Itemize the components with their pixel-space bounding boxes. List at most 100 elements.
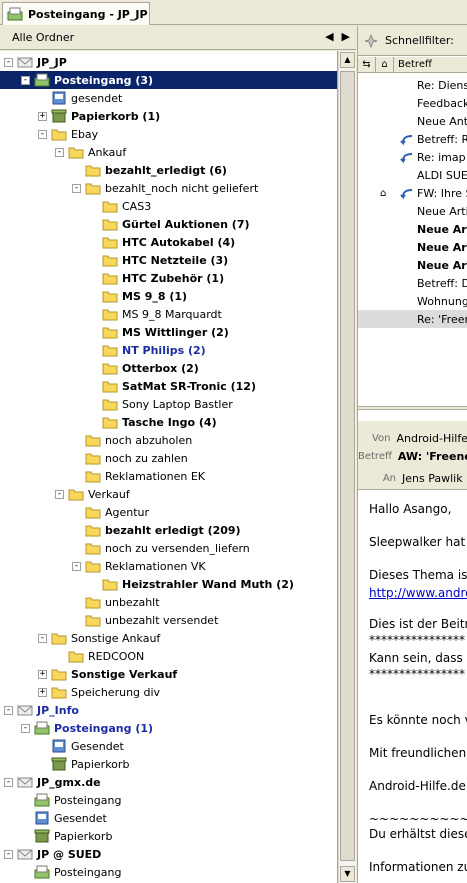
folder-tree-item[interactable]: Agentur	[72, 503, 150, 521]
folder-label: unbezahlt	[105, 595, 160, 609]
folder-tree-item[interactable]: Papierkorb	[21, 827, 113, 845]
message-row[interactable]: Neue Artik	[358, 202, 467, 220]
subject-column-header[interactable]: Betreff	[394, 57, 467, 73]
folder-tree-item[interactable]: NT Philips (2)	[89, 341, 207, 359]
folder-tree-item[interactable]: - Posteingang (3)	[0, 71, 337, 89]
collapse-toggle-icon[interactable]: -	[21, 723, 30, 733]
collapse-toggle-icon[interactable]: -	[55, 489, 64, 499]
folder-tree-item[interactable]: gesendet	[38, 89, 123, 107]
expand-toggle-icon[interactable]: +	[38, 111, 47, 121]
folder-tree-item[interactable]: CAS3	[89, 197, 152, 215]
collapse-toggle-icon[interactable]: -	[72, 183, 81, 193]
folder-tree-item[interactable]: unbezahlt versendet	[72, 611, 219, 629]
folder-tree-item[interactable]: Reklamationen EK	[72, 467, 206, 485]
folder-tree-item[interactable]: + Sonstige Verkauf	[38, 665, 178, 683]
folder-tree-item[interactable]: - Verkauf	[55, 485, 131, 503]
from-value[interactable]: Android-Hilfe	[396, 432, 467, 445]
message-row[interactable]: Betreff: De	[358, 274, 467, 292]
folder-label: Heizstrahler Wand Muth (2)	[122, 577, 294, 591]
folder-tree-item[interactable]: REDCOON	[55, 647, 145, 665]
folder-tree-item[interactable]: - Ebay	[38, 125, 99, 143]
account-icon	[17, 57, 33, 68]
message-row[interactable]: Betreff: Re	[358, 130, 467, 148]
scroll-up-icon[interactable]: ▲	[340, 52, 355, 68]
body-link[interactable]: http://www.androi	[369, 586, 467, 600]
message-row[interactable]: Feedback	[358, 94, 467, 112]
attachment-column-icon[interactable]: ⌂	[376, 56, 394, 73]
folder-tree-item[interactable]: MS 9_8 Marquardt	[89, 305, 223, 323]
collapse-toggle-icon[interactable]: -	[55, 147, 64, 157]
folder-tree-item[interactable]: HTC Autokabel (4)	[89, 233, 236, 251]
collapse-toggle-icon[interactable]: -	[72, 561, 81, 571]
message-row[interactable]: Neue Art	[358, 256, 467, 274]
prev-view-arrow-icon[interactable]: ◀	[325, 30, 333, 44]
folder-tree-item[interactable]: - Sonstige Ankauf	[38, 629, 161, 647]
folder-tree-item[interactable]: HTC Netzteile (3)	[89, 251, 229, 269]
pane-splitter[interactable]	[358, 406, 467, 410]
folder-tree-item[interactable]: bezahlt erledigt (209)	[72, 521, 242, 539]
message-row[interactable]: Re: 'Freen	[358, 310, 467, 328]
scrollbar-thumb[interactable]	[340, 71, 355, 861]
trash-icon	[51, 757, 67, 771]
folder-tree-item[interactable]: HTC Zubehör (1)	[89, 269, 225, 287]
folder-tree-item[interactable]: - Ankauf	[55, 143, 127, 161]
tab-inbox[interactable]: Posteingang - JP_JP	[2, 2, 150, 25]
folder-tree-item[interactable]: Otterbox (2)	[89, 359, 200, 377]
next-view-arrow-icon[interactable]: ▶	[342, 30, 350, 44]
folder-tree-item[interactable]: Gürtel Auktionen (7)	[89, 215, 251, 233]
folder-tree-item[interactable]: Tasche Ingo (4)	[89, 413, 218, 431]
folder-tree-item[interactable]: + Speicherung div	[38, 683, 161, 701]
folder-tree-item[interactable]: - JP_JP	[4, 53, 68, 71]
collapse-toggle-icon[interactable]: -	[4, 57, 13, 67]
folder-tree-item[interactable]: - Posteingang (1)	[21, 719, 154, 737]
pin-icon[interactable]	[364, 33, 378, 48]
message-row[interactable]: Neue Art	[358, 220, 467, 238]
folder-tree-item[interactable]: bezahlt_erledigt (6)	[72, 161, 228, 179]
thread-column-icon[interactable]: ⇆	[358, 56, 376, 73]
folder-tree-item[interactable]: SatMat SR-Tronic (12)	[89, 377, 257, 395]
folder-tree-item[interactable]: Sony Laptop Bastler	[89, 395, 234, 413]
folder-tree-item[interactable]: noch abzuholen	[72, 431, 193, 449]
scroll-down-icon[interactable]: ▼	[340, 866, 355, 882]
folder-tree-item[interactable]: - JP_Info	[4, 701, 80, 719]
folder-tree-item[interactable]: noch zu versenden_liefern	[72, 539, 251, 557]
message-subject: Neue Art	[417, 258, 467, 272]
folder-tree-item[interactable]: - bezahlt_noch nicht geliefert	[72, 179, 259, 197]
collapse-toggle-icon[interactable]: -	[21, 75, 30, 85]
folder-label: Gesendet	[54, 811, 107, 825]
folder-tree-item[interactable]: - JP_gmx.de	[4, 773, 102, 791]
folder-tree-item[interactable]: MS Wittlinger (2)	[89, 323, 230, 341]
message-row[interactable]: Wohnung	[358, 292, 467, 310]
expand-toggle-icon[interactable]: +	[38, 669, 47, 679]
folder-tree-item[interactable]: - JP @ SUED	[4, 845, 102, 863]
collapse-toggle-icon[interactable]: -	[4, 849, 13, 859]
message-row[interactable]: Re: imap u	[358, 148, 467, 166]
folder-scrollbar[interactable]: ▲ ▼	[338, 51, 356, 883]
folder-tree-item[interactable]: + Papierkorb (1)	[38, 107, 161, 125]
message-row[interactable]: Neue Art	[358, 238, 467, 256]
collapse-toggle-icon[interactable]: -	[4, 777, 13, 787]
folder-view-label[interactable]: Alle Ordner	[12, 31, 74, 44]
folder-tree-item[interactable]: Gesendet	[21, 809, 108, 827]
folder-tree-item[interactable]: - Reklamationen VK	[72, 557, 207, 575]
folder-tree-item[interactable]: noch zu zahlen	[72, 449, 189, 467]
quickfilter-label[interactable]: Schnellfilter:	[384, 34, 455, 47]
collapse-toggle-icon[interactable]: -	[4, 705, 13, 715]
message-row[interactable]: Neue Antw	[358, 112, 467, 130]
folder-tree-item[interactable]: unbezahlt	[72, 593, 161, 611]
folder-tree-item[interactable]: Posteingang	[21, 791, 123, 809]
message-row[interactable]: Re: Dienst	[358, 76, 467, 94]
expand-toggle-icon[interactable]: +	[38, 687, 47, 697]
message-row[interactable]: ⌂ FW: Ihre S	[358, 184, 467, 202]
collapse-toggle-icon[interactable]: -	[38, 633, 47, 643]
folder-tree-item[interactable]: Heizstrahler Wand Muth (2)	[89, 575, 295, 593]
message-row[interactable]: ALDI SUED	[358, 166, 467, 184]
folder-tree-item[interactable]: Papierkorb	[38, 755, 130, 773]
folder-tree-item[interactable]: Gesendet	[38, 737, 125, 755]
collapse-toggle-icon[interactable]: -	[38, 129, 47, 139]
folder-tree-item[interactable]: MS 9_8 (1)	[89, 287, 188, 305]
to-value[interactable]: Jens Pawlik	[402, 472, 463, 485]
folder-tree-item[interactable]: Posteingang	[21, 863, 123, 881]
